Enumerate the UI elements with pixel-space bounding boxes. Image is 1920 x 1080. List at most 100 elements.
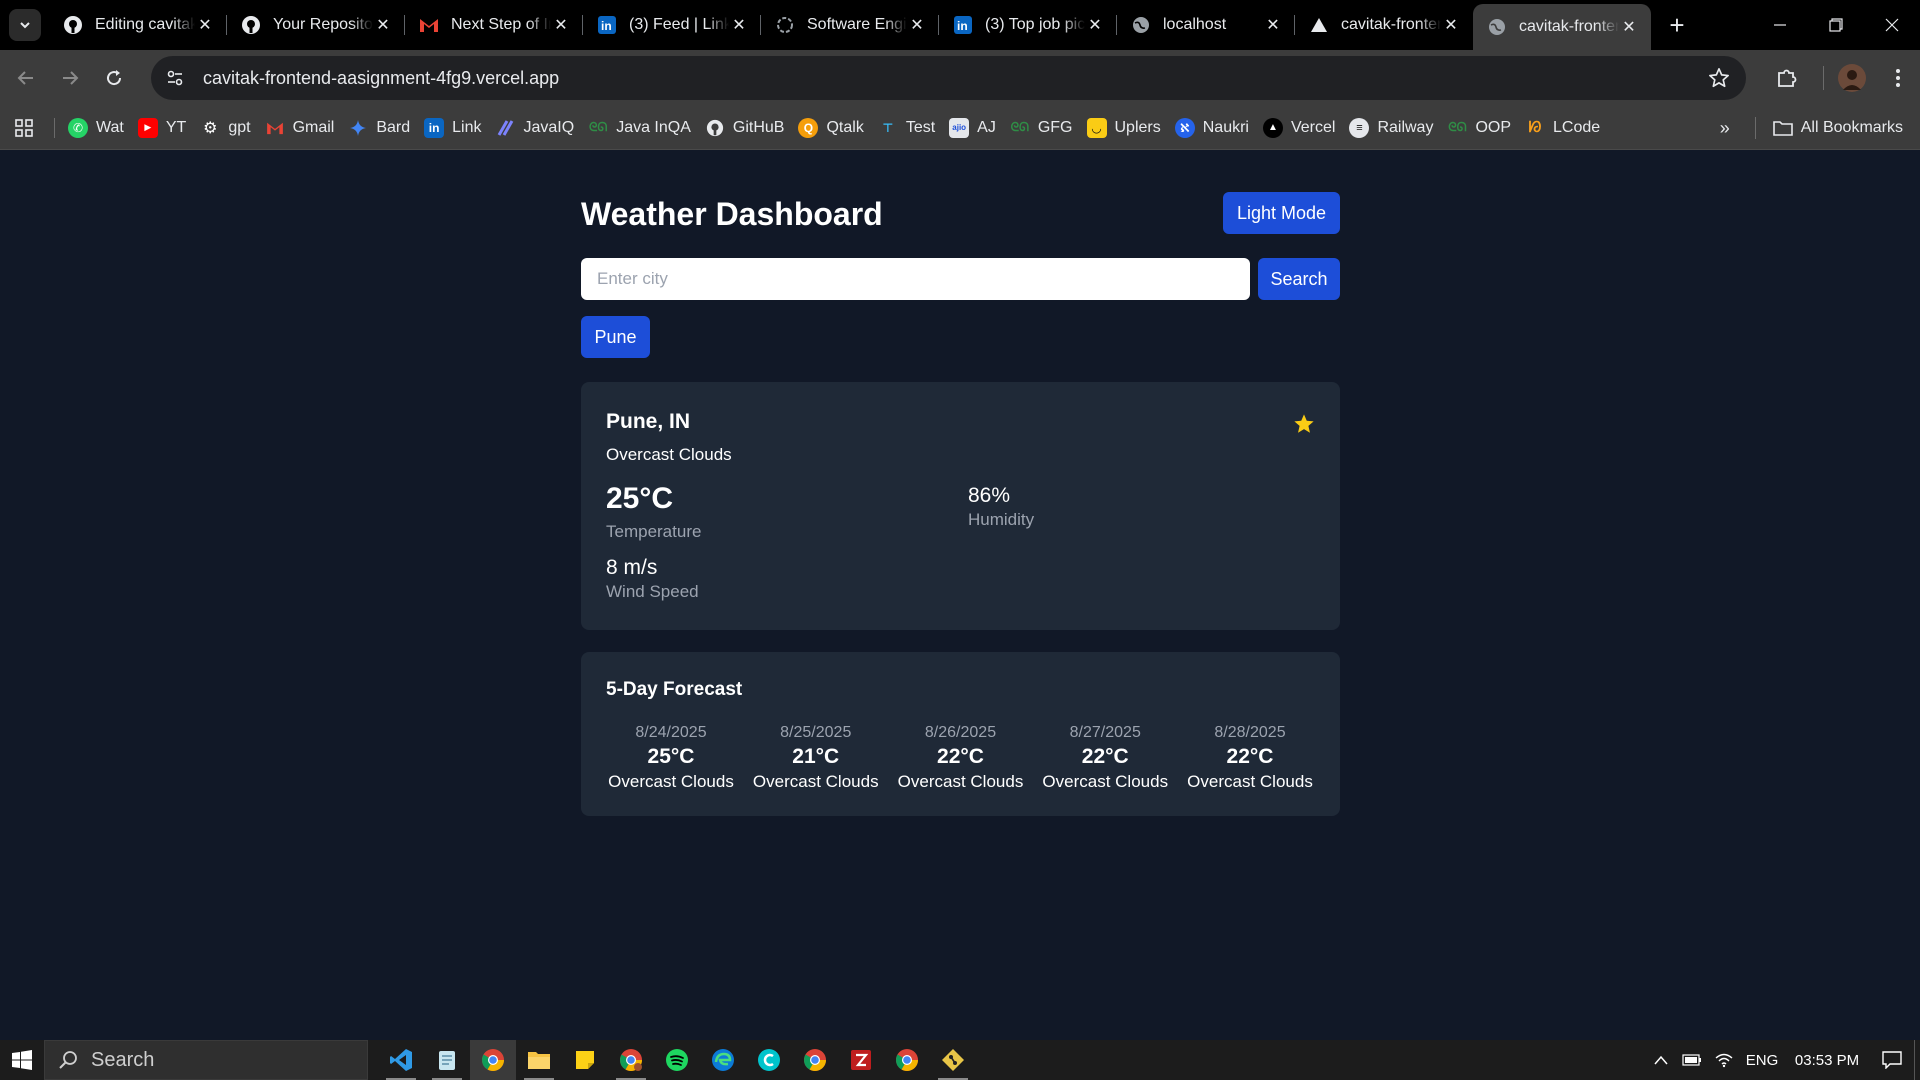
battery-icon — [1682, 1054, 1701, 1066]
show-hidden-icons-button[interactable] — [1646, 1055, 1676, 1065]
minimize-button[interactable] — [1752, 0, 1808, 50]
close-icon[interactable]: ✕ — [1441, 15, 1461, 35]
bookmark-java-inqa[interactable]: ᘓᘏ Java InQA — [581, 112, 698, 144]
tab-linkedin-feed[interactable]: in (3) Feed | LinkedIn ✕ — [583, 0, 761, 50]
tab-title: (3) Top job picks — [985, 16, 1085, 33]
tab-cavitak-vercel[interactable]: cavitak-frontend ✕ — [1295, 0, 1473, 50]
github-icon — [705, 118, 725, 138]
railway-icon: ≡ — [1349, 117, 1370, 138]
notifications-button[interactable] — [1870, 1051, 1914, 1069]
close-icon[interactable]: ✕ — [1619, 17, 1639, 37]
tab-search-button[interactable] — [9, 9, 41, 41]
language-indicator[interactable]: ENG — [1740, 1052, 1784, 1069]
close-icon[interactable]: ✕ — [373, 15, 393, 35]
taskbar-filezilla[interactable] — [838, 1040, 884, 1080]
extensions-button[interactable] — [1765, 56, 1809, 100]
taskbar-canva[interactable] — [746, 1040, 792, 1080]
taskbar-file-explorer[interactable] — [516, 1040, 562, 1080]
taskbar-chrome-profile-2[interactable] — [792, 1040, 838, 1080]
address-bar[interactable]: cavitak-frontend-aasignment-4fg9.vercel.… — [151, 56, 1746, 100]
bookmark-label: Vercel — [1290, 118, 1336, 136]
bookmark-javaiq[interactable]: JavaIQ — [489, 112, 582, 144]
tab-gmail[interactable]: Next Step of In ✕ — [405, 0, 583, 50]
bookmark-naukri[interactable]: ℵ Naukri — [1168, 112, 1256, 144]
search-button[interactable]: Search — [1258, 258, 1340, 300]
gfg-icon: ᘓᘏ — [1448, 120, 1467, 134]
bookmark-aj[interactable]: ajio AJ — [942, 112, 1003, 144]
close-icon[interactable]: ✕ — [729, 15, 749, 35]
new-tab-button[interactable]: + — [1659, 7, 1695, 43]
taskbar-chrome-profile[interactable] — [608, 1040, 654, 1080]
taskbar-vscode[interactable] — [378, 1040, 424, 1080]
close-icon[interactable]: ✕ — [195, 15, 215, 35]
close-icon[interactable]: ✕ — [1085, 15, 1105, 35]
light-mode-button[interactable]: Light Mode — [1223, 192, 1340, 234]
close-icon[interactable]: ✕ — [1263, 15, 1283, 35]
bookmark-qtalk[interactable]: Q Qtalk — [791, 112, 870, 144]
bookmark-uplers[interactable]: ◡ Uplers — [1080, 112, 1168, 144]
avatar-icon — [1843, 70, 1861, 90]
taskbar-sticky-notes[interactable] — [562, 1040, 608, 1080]
taskbar-search[interactable]: Search — [44, 1040, 368, 1080]
chrome-icon — [482, 1049, 504, 1071]
reload-button[interactable] — [94, 58, 134, 98]
more-bookmarks-button[interactable]: » — [1705, 118, 1745, 139]
taskbar-chrome-profile-3[interactable] — [884, 1040, 930, 1080]
tab-localhost[interactable]: localhost ✕ — [1117, 0, 1295, 50]
taskbar-chrome[interactable] — [470, 1040, 516, 1080]
saved-city-pune-button[interactable]: Pune — [581, 316, 650, 358]
bookmark-github[interactable]: GitHuB — [698, 112, 792, 144]
bookmark-gpt[interactable]: ⚙ gpt — [193, 112, 257, 144]
start-button[interactable] — [0, 1040, 44, 1080]
all-bookmarks-label: All Bookmarks — [1800, 119, 1903, 136]
bookmark-test[interactable]: ⊤ Test — [871, 112, 942, 144]
bookmark-railway[interactable]: ≡ Railway — [1342, 112, 1440, 144]
tab-software-engineer[interactable]: Software Engineer ✕ — [761, 0, 939, 50]
bookmark-label: Uplers — [1114, 118, 1161, 136]
vercel-icon: ▲ — [1262, 117, 1283, 138]
city-search-input[interactable] — [581, 258, 1250, 300]
favorite-star-icon[interactable] — [1293, 413, 1315, 435]
tab-cavitak-active[interactable]: cavitak-frontend ✕ — [1473, 4, 1651, 50]
tab-title: cavitak-frontend — [1341, 16, 1441, 33]
windows-taskbar: Search ENG 03:53 PM — [0, 1040, 1920, 1080]
bookmark-bard[interactable]: Bard — [341, 112, 417, 144]
taskbar-edge[interactable] — [700, 1040, 746, 1080]
bookmark-oop[interactable]: ᘓᘏ OOP — [1440, 112, 1518, 144]
github-icon — [63, 15, 83, 35]
close-window-button[interactable] — [1864, 0, 1920, 50]
aj-icon: ajio — [949, 117, 970, 138]
clock[interactable]: 03:53 PM — [1784, 1052, 1870, 1069]
tab-linkedin-jobs[interactable]: in (3) Top job picks ✕ — [939, 0, 1117, 50]
close-icon[interactable]: ✕ — [551, 15, 571, 35]
apps-button[interactable] — [0, 118, 48, 137]
tab-editing-cavitak[interactable]: Editing cavitak ✕ — [49, 0, 227, 50]
bookmark-vercel[interactable]: ▲ Vercel — [1256, 112, 1342, 144]
site-info-icon[interactable] — [159, 62, 191, 94]
bookmark-gmail[interactable]: Gmail — [258, 112, 342, 144]
bookmark-label: Railway — [1377, 118, 1434, 136]
close-icon[interactable]: ✕ — [907, 15, 927, 35]
bookmark-gfg[interactable]: ᘓᘏ GFG — [1003, 112, 1080, 144]
taskbar-notepad[interactable] — [424, 1040, 470, 1080]
forward-button[interactable] — [50, 58, 90, 98]
network-button[interactable] — [1708, 1052, 1740, 1068]
battery-button[interactable] — [1676, 1054, 1708, 1066]
tab-your-repositories[interactable]: Your Repositories ✕ — [227, 0, 405, 50]
all-bookmarks-button[interactable]: All Bookmarks — [1766, 112, 1910, 144]
profile-avatar[interactable] — [1838, 64, 1866, 92]
menu-button[interactable] — [1880, 56, 1916, 100]
restore-button[interactable] — [1808, 0, 1864, 50]
back-button[interactable] — [6, 58, 46, 98]
bookmark-label: Link — [452, 118, 482, 136]
show-desktop-button[interactable] — [1914, 1040, 1920, 1080]
taskbar-spotify[interactable] — [654, 1040, 700, 1080]
bookmark-wat[interactable]: ✆ Wat — [61, 112, 131, 144]
bookmark-link[interactable]: in Link — [417, 112, 488, 144]
forecast-day: 8/28/2025 22°C Overcast Clouds — [1185, 722, 1315, 794]
bookmark-lcode[interactable]: ᘗ LCode — [1518, 112, 1607, 144]
bookmark-yt[interactable]: ▶ YT — [131, 112, 193, 144]
close-icon — [1885, 18, 1899, 32]
bookmark-star-icon[interactable] — [1708, 67, 1730, 89]
taskbar-git[interactable] — [930, 1040, 976, 1080]
